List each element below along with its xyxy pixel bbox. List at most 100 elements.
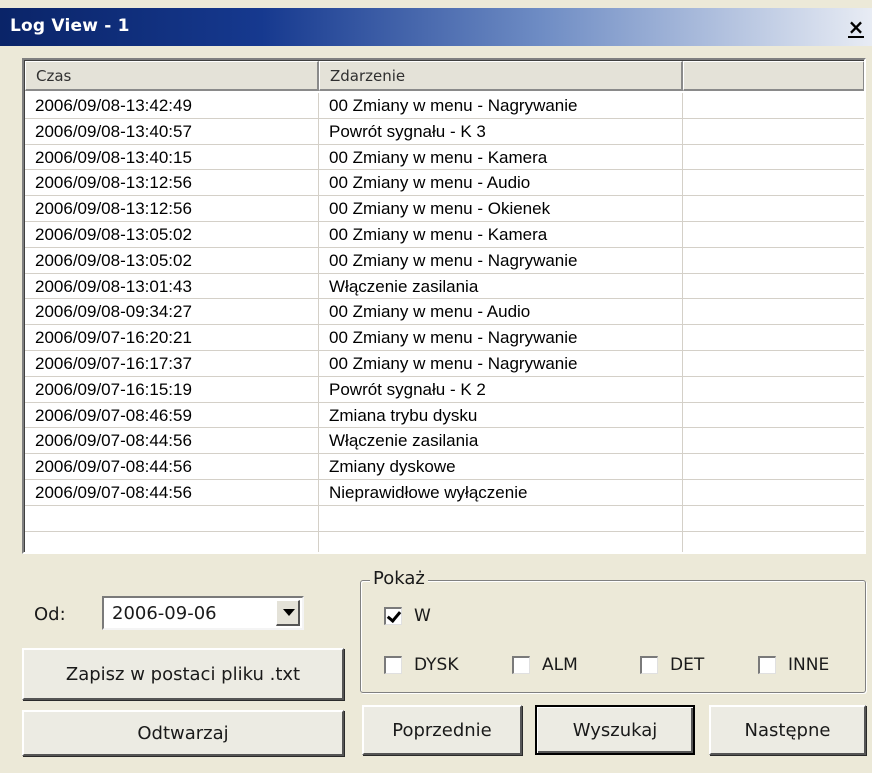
extra-cell: [683, 93, 864, 118]
table-row[interactable]: 2006/09/08-13:05:02 00 Zmiany w menu - Na…: [25, 247, 864, 274]
event-cell: Włączenie zasilania: [319, 428, 683, 454]
save-txt-button[interactable]: Zapisz w postaci pliku .txt: [22, 648, 344, 700]
extra-cell: [683, 325, 864, 350]
table-row[interactable]: 2006/09/08-13:40:57 Powrót sygnału - K 3: [25, 118, 864, 145]
event-cell: 00 Zmiany w menu - Nagrywanie: [319, 350, 683, 376]
time-cell: 2006/09/08-13:05:02: [25, 221, 319, 247]
checkbox-w[interactable]: W: [384, 606, 431, 626]
from-date-label: Od:: [34, 604, 66, 625]
show-group-box: [360, 580, 866, 693]
checkbox-det-label: DET: [670, 655, 705, 675]
time-cell: 2006/09/07-08:46:59: [25, 402, 319, 428]
next-button[interactable]: Następne: [709, 705, 866, 755]
table-row[interactable]: 2006/09/07-16:17:37 00 Zmiany w menu - Na…: [25, 350, 864, 377]
event-cell: Zmiana trybu dysku: [319, 402, 683, 428]
window-title: Log View - 1: [10, 16, 130, 36]
from-date-value: 2006-09-06: [112, 603, 217, 624]
checkbox-det[interactable]: DET: [640, 655, 704, 675]
time-cell: [25, 505, 319, 531]
title-bar: Log View - 1 ×: [0, 8, 872, 46]
close-icon[interactable]: ×: [846, 17, 866, 38]
time-cell: 2006/09/07-16:17:37: [25, 350, 319, 376]
extra-cell: [683, 119, 864, 144]
time-cell: 2006/09/07-08:44:56: [25, 428, 319, 454]
time-cell: 2006/09/07-16:20:21: [25, 325, 319, 350]
list-body: 2006/09/08-13:42:49 00 Zmiany w menu - Na…: [25, 93, 864, 552]
table-row[interactable]: 2006/09/08-13:40:15 00 Zmiany w menu - Ka…: [25, 144, 864, 171]
play-button[interactable]: Odtwarzaj: [22, 710, 344, 756]
dropdown-arrow-icon[interactable]: [276, 600, 300, 626]
table-row[interactable]: 2006/09/07-08:44:56 Włączenie zasilania: [25, 428, 864, 455]
event-cell: 00 Zmiany w menu - Audio: [319, 299, 683, 325]
checkbox-inne-label: INNE: [788, 655, 830, 675]
previous-button[interactable]: Poprzednie: [362, 705, 522, 755]
extra-cell: [683, 196, 864, 221]
event-cell: Włączenie zasilania: [319, 273, 683, 299]
time-cell: 2006/09/08-13:40:15: [25, 144, 319, 170]
event-cell: 00 Zmiany w menu - Nagrywanie: [319, 325, 683, 350]
from-date-combo[interactable]: 2006-09-06: [102, 596, 304, 630]
table-row[interactable]: 2006/09/07-16:20:21 00 Zmiany w menu - Na…: [25, 325, 864, 351]
event-cell: 00 Zmiany w menu - Kamera: [319, 144, 683, 170]
checkbox-w-label: W: [414, 606, 431, 626]
extra-cell: [683, 377, 864, 402]
time-cell: 2006/09/08-13:12:56: [25, 170, 319, 196]
checkbox-inne-box[interactable]: [758, 656, 776, 674]
checkbox-alm[interactable]: ALM: [512, 655, 578, 675]
table-row[interactable]: 2006/09/07-08:44:56 Zmiany dyskowe: [25, 454, 864, 480]
table-row[interactable]: [25, 505, 864, 532]
checkbox-inne[interactable]: INNE: [758, 655, 829, 675]
column-header-extra[interactable]: [683, 61, 864, 91]
table-row[interactable]: 2006/09/07-08:44:56 Nieprawidłowe wyłącze…: [25, 479, 864, 506]
table-row[interactable]: 2006/09/08-13:42:49 00 Zmiany w menu - Na…: [25, 93, 864, 119]
time-cell: 2006/09/08-13:12:56: [25, 196, 319, 221]
extra-cell: [683, 248, 864, 273]
time-cell: 2006/09/08-09:34:27: [25, 299, 319, 325]
extra-cell: [683, 454, 864, 479]
search-button[interactable]: Wyszukaj: [535, 705, 695, 755]
extra-cell: [683, 428, 864, 453]
event-cell: Powrót sygnału - K 2: [319, 376, 683, 402]
event-cell: Powrót sygnału - K 3: [319, 118, 683, 144]
show-group-title: Pokaż: [370, 568, 428, 589]
extra-cell: [683, 170, 864, 195]
table-row[interactable]: 2006/09/07-16:15:19 Powrót sygnału - K 2: [25, 376, 864, 403]
checkbox-alm-box[interactable]: [512, 656, 530, 674]
time-cell: [25, 531, 319, 552]
table-row[interactable]: 2006/09/08-13:05:02 00 Zmiany w menu - Ka…: [25, 221, 864, 248]
checkbox-det-box[interactable]: [640, 656, 658, 674]
checkbox-dysk-box[interactable]: [384, 656, 402, 674]
time-cell: 2006/09/08-13:05:02: [25, 247, 319, 273]
table-row[interactable]: 2006/09/08-09:34:27 00 Zmiany w menu - Au…: [25, 299, 864, 326]
event-cell: 00 Zmiany w menu - Nagrywanie: [319, 247, 683, 273]
event-cell: [319, 505, 683, 531]
list-header: Czas Zdarzenie: [25, 61, 864, 91]
event-cell: 00 Zmiany w menu - Nagrywanie: [319, 93, 683, 118]
extra-cell: [683, 351, 864, 376]
extra-cell: [683, 222, 864, 247]
table-row[interactable]: 2006/09/07-08:46:59 Zmiana trybu dysku: [25, 402, 864, 429]
extra-cell: [683, 506, 864, 531]
event-cell: Zmiany dyskowe: [319, 454, 683, 479]
extra-cell: [683, 403, 864, 428]
log-view-window: Log View - 1 × Czas Zdarzenie 2006/09/08…: [0, 0, 872, 773]
column-header-time[interactable]: Czas: [25, 61, 319, 91]
extra-cell: [683, 532, 864, 552]
extra-cell: [683, 145, 864, 170]
table-row[interactable]: 2006/09/08-13:12:56 00 Zmiany w menu - Au…: [25, 170, 864, 197]
time-cell: 2006/09/08-13:01:43: [25, 273, 319, 299]
extra-cell: [683, 274, 864, 299]
checkbox-w-box[interactable]: [384, 607, 402, 625]
table-row[interactable]: 2006/09/08-13:12:56 00 Zmiany w menu - Ok…: [25, 196, 864, 222]
table-row[interactable]: [25, 531, 864, 552]
column-header-event[interactable]: Zdarzenie: [319, 61, 683, 91]
table-row[interactable]: 2006/09/08-13:01:43 Włączenie zasilania: [25, 273, 864, 300]
event-cell: 00 Zmiany w menu - Kamera: [319, 221, 683, 247]
extra-cell: [683, 299, 864, 324]
checkbox-alm-label: ALM: [542, 655, 578, 675]
checkbox-dysk-label: DYSK: [414, 655, 459, 675]
time-cell: 2006/09/07-08:44:56: [25, 479, 319, 505]
log-list-view[interactable]: Czas Zdarzenie 2006/09/08-13:42:49 00 Zmi…: [22, 58, 866, 554]
event-cell: 00 Zmiany w menu - Audio: [319, 170, 683, 196]
checkbox-dysk[interactable]: DYSK: [384, 655, 458, 675]
